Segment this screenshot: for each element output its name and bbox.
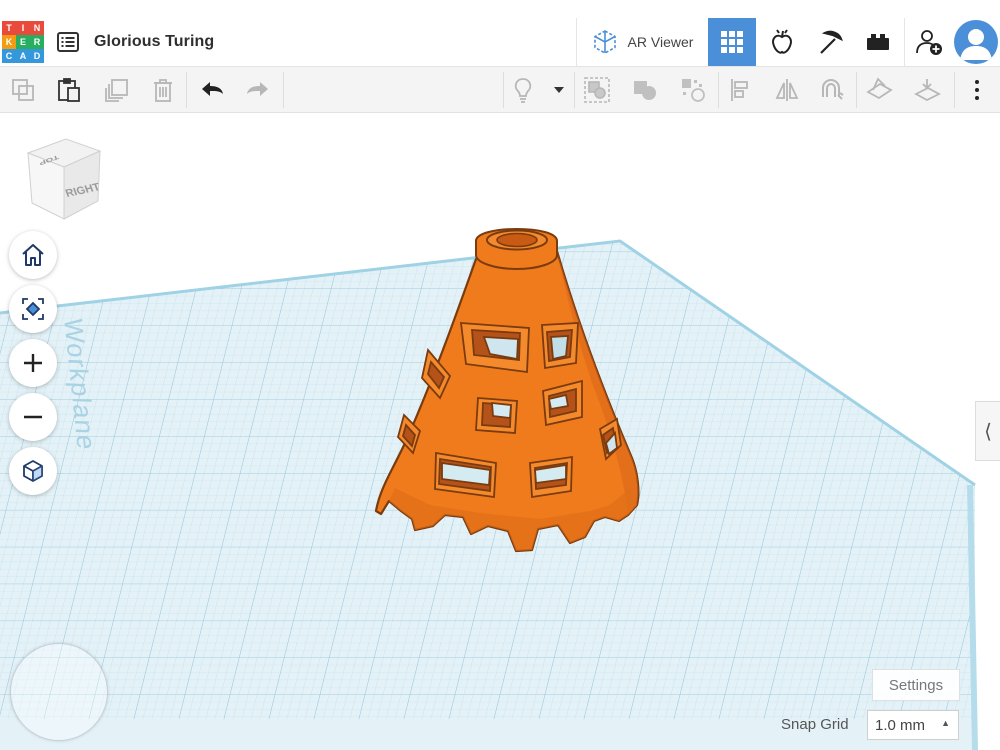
paste-icon bbox=[58, 78, 80, 102]
cruise-icon bbox=[682, 79, 705, 102]
logo-letter: C bbox=[2, 49, 16, 63]
mirror-icon bbox=[775, 79, 799, 101]
workplane-button[interactable] bbox=[864, 75, 894, 105]
show-all-button[interactable] bbox=[508, 75, 538, 105]
expand-panel-button[interactable]: ⟨ bbox=[975, 401, 1000, 461]
logo-letter: A bbox=[16, 49, 30, 63]
redo-button[interactable] bbox=[243, 75, 273, 105]
ungroup-icon bbox=[634, 81, 656, 100]
invite-user-button[interactable] bbox=[904, 18, 952, 66]
ruler-button[interactable] bbox=[912, 75, 942, 105]
home-view-button[interactable] bbox=[9, 231, 57, 279]
chevron-left-icon: ⟨ bbox=[984, 420, 992, 443]
mirror-button[interactable] bbox=[772, 75, 802, 105]
logo-letter: D bbox=[30, 49, 44, 63]
ungroup-button[interactable] bbox=[630, 75, 660, 105]
logo-letter: K bbox=[2, 35, 16, 49]
cruise-button[interactable] bbox=[678, 75, 708, 105]
orbit-control[interactable] bbox=[10, 643, 108, 741]
logo-letter: T bbox=[2, 21, 16, 35]
caret-down-icon bbox=[554, 87, 564, 93]
view-cube[interactable]: TOP RIGHT bbox=[24, 137, 108, 227]
snap-grid-value: 1.0 mm bbox=[875, 716, 926, 734]
align-button[interactable] bbox=[726, 75, 756, 105]
delete-button[interactable] bbox=[148, 75, 178, 105]
fit-view-button[interactable] bbox=[9, 285, 57, 333]
bricks-button[interactable] bbox=[854, 18, 902, 66]
undo-button[interactable] bbox=[197, 75, 227, 105]
edit-toolbar bbox=[0, 67, 1000, 113]
more-options-button[interactable] bbox=[962, 75, 992, 105]
top-header: TINKERCAD Glorious Turing AR Viewer bbox=[0, 0, 1000, 67]
workplane-icon bbox=[866, 77, 893, 100]
drop-to-plane-icon bbox=[914, 79, 941, 102]
settings-button[interactable]: Settings bbox=[872, 669, 960, 701]
ar-viewer-button[interactable]: AR Viewer bbox=[576, 18, 706, 66]
copy-icon bbox=[12, 79, 34, 101]
redo-arrow-icon bbox=[247, 82, 268, 96]
grid-view-icon bbox=[721, 31, 743, 53]
brick-icon bbox=[867, 34, 889, 50]
copy-button[interactable] bbox=[8, 75, 38, 105]
perspective-button[interactable] bbox=[9, 447, 57, 495]
undo-arrow-icon bbox=[202, 82, 223, 96]
group-button[interactable] bbox=[582, 75, 612, 105]
logo-letter: R bbox=[30, 35, 44, 49]
3d-viewport[interactable]: Workplane TOP RIGHT ⟨ Settings Snap Grid… bbox=[0, 113, 1000, 750]
fit-view-icon bbox=[22, 298, 44, 320]
trash-icon bbox=[154, 79, 172, 102]
group-icon bbox=[584, 77, 610, 103]
user-avatar[interactable] bbox=[954, 20, 998, 64]
logo-letter: I bbox=[16, 21, 30, 35]
ar-viewer-label: AR Viewer bbox=[627, 34, 694, 50]
pickaxe-icon bbox=[820, 30, 843, 54]
snap-button[interactable] bbox=[816, 75, 846, 105]
show-all-dropdown[interactable] bbox=[544, 75, 574, 105]
zoom-in-button[interactable] bbox=[9, 339, 57, 387]
snap-grid-label: Snap Grid bbox=[781, 716, 849, 733]
design-title[interactable]: Glorious Turing bbox=[94, 33, 214, 51]
snap-grid-select[interactable]: 1.0 mm ▲︎ bbox=[867, 710, 959, 740]
align-icon bbox=[731, 79, 748, 101]
blocks-button[interactable] bbox=[806, 18, 854, 66]
magnet-icon bbox=[822, 78, 844, 100]
logo-letter: N bbox=[30, 21, 44, 35]
kebab-menu-icon bbox=[975, 80, 979, 100]
caret-updown-icon: ▲︎ bbox=[941, 718, 950, 728]
add-user-icon bbox=[915, 30, 942, 55]
3d-design-view-button[interactable] bbox=[708, 18, 756, 66]
duplicate-button[interactable] bbox=[102, 75, 132, 105]
duplicate-icon bbox=[105, 79, 128, 102]
zoom-out-button[interactable] bbox=[9, 393, 57, 441]
home-icon bbox=[22, 244, 44, 266]
tinkercad-logo[interactable]: TINKERCAD bbox=[2, 21, 44, 63]
logo-letter: E bbox=[16, 35, 30, 49]
sim-lab-button[interactable] bbox=[758, 18, 806, 66]
light-bulb-icon bbox=[514, 78, 532, 103]
perspective-cube-icon bbox=[23, 460, 43, 482]
paste-button[interactable] bbox=[54, 75, 84, 105]
ar-cube-icon bbox=[593, 30, 616, 54]
design-list-icon[interactable] bbox=[55, 29, 81, 55]
zoom-out-icon bbox=[24, 415, 42, 419]
apple-drop-icon bbox=[772, 29, 792, 54]
scene-canvas[interactable]: Workplane bbox=[0, 113, 1000, 750]
zoom-in-icon bbox=[24, 354, 42, 372]
